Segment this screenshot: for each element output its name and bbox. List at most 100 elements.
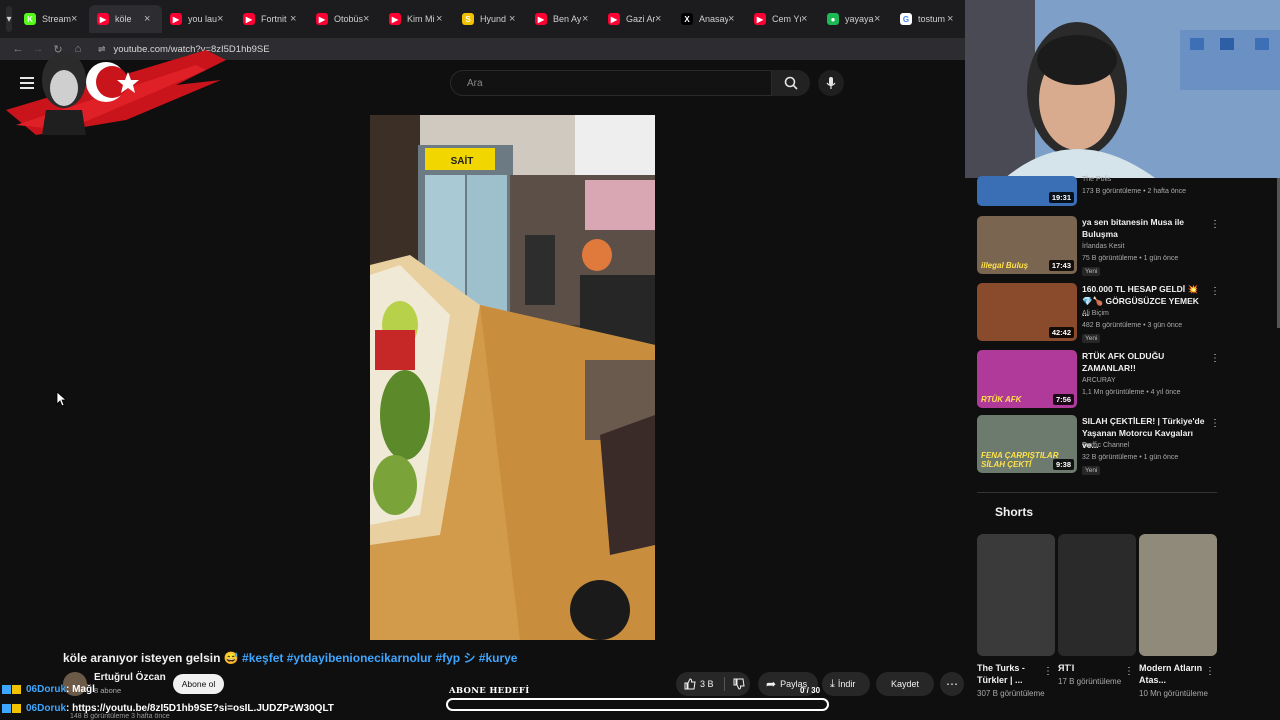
browser-tab[interactable]: ▶ Fortnit × bbox=[235, 5, 308, 33]
video-thumbnail[interactable]: RTÜK AFK 7:56 bbox=[977, 350, 1077, 408]
recommended-video[interactable]: FENA ÇARPIŞTILAR SİLAH ÇEKTİ 9:38 SILAH ÇE… bbox=[977, 415, 1220, 475]
dislike-button[interactable] bbox=[725, 678, 745, 690]
chat-text: : Mağl bbox=[66, 684, 95, 695]
badge-icon bbox=[12, 685, 21, 694]
close-icon[interactable]: × bbox=[436, 13, 448, 25]
video-thumbnail[interactable]: FENA ÇARPIŞTILAR SİLAH ÇEKTİ 9:38 bbox=[977, 415, 1077, 473]
channel-name[interactable]: İrlandas Kesit bbox=[1082, 243, 1124, 250]
video-player[interactable]: SAİT bbox=[370, 115, 655, 640]
channel-name[interactable]: Ali Biçim bbox=[1082, 310, 1109, 317]
close-icon[interactable]: × bbox=[801, 13, 813, 25]
tab-favicon-icon: ▶ bbox=[608, 13, 620, 25]
video-thumbnail[interactable]: 42:42 bbox=[977, 283, 1077, 341]
tab-favicon-icon: ▶ bbox=[754, 13, 766, 25]
close-icon[interactable]: × bbox=[144, 13, 156, 25]
close-icon[interactable]: × bbox=[728, 13, 740, 25]
tab-title: Anasay bbox=[699, 14, 728, 24]
browser-tab[interactable]: ▶ you lau × bbox=[162, 5, 235, 33]
more-vertical-icon[interactable]: ⋮ bbox=[1210, 353, 1220, 364]
video-thumbnail[interactable]: illegal Buluş 17:43 bbox=[977, 216, 1077, 274]
video-thumbnail[interactable]: 19:31 bbox=[977, 176, 1077, 206]
video-meta: 32 B görüntüleme • 1 gün önce bbox=[1082, 454, 1179, 461]
more-vertical-icon[interactable]: ⋮ bbox=[1043, 666, 1053, 677]
tab-search-button[interactable]: ▾ bbox=[6, 6, 12, 32]
video-meta: 173 B görüntüleme • 2 hafta önce bbox=[1082, 188, 1187, 195]
close-icon[interactable]: × bbox=[509, 13, 521, 25]
short-title[interactable]: ЯТΊ bbox=[1058, 662, 1124, 674]
chevron-down-icon: ▾ bbox=[6, 13, 12, 25]
download-label: İndir bbox=[837, 679, 856, 689]
tab-title: Cem Yı bbox=[772, 14, 801, 24]
browser-tab[interactable]: X Anasay × bbox=[673, 5, 746, 33]
voice-search-button[interactable] bbox=[818, 70, 844, 96]
recommended-video[interactable]: 42:42 160.000 TL HESAP GELDİ 💥💎🍗 GÖRGÜSÜZ… bbox=[977, 283, 1220, 343]
short-title[interactable]: Modern Atların Atas... bbox=[1139, 662, 1205, 686]
close-icon[interactable]: × bbox=[363, 13, 375, 25]
tab-title: Hyund bbox=[480, 14, 507, 24]
save-button[interactable]: Kaydet bbox=[876, 672, 934, 696]
browser-tab[interactable]: ▶ köle × bbox=[89, 5, 162, 33]
browser-tab[interactable]: Gtostum × bbox=[892, 5, 965, 33]
close-icon[interactable]: × bbox=[290, 13, 302, 25]
channel-name[interactable]: Ertuğrul Özcan bbox=[94, 672, 166, 683]
close-icon[interactable]: × bbox=[217, 13, 229, 25]
browser-tab[interactable]: S Hyund × bbox=[454, 5, 527, 33]
browser-tab[interactable]: ▶ Cem Yı × bbox=[746, 5, 819, 33]
browser-tab[interactable]: ▶ Otobüs × bbox=[308, 5, 381, 33]
like-button[interactable]: 3 B bbox=[676, 678, 714, 690]
video-hashtags[interactable]: #keşfet #ytdayibenionecikarnolur #fyp シ … bbox=[242, 651, 517, 665]
close-icon[interactable]: × bbox=[874, 13, 886, 25]
download-button[interactable]: ⤓ İndir bbox=[822, 672, 870, 696]
subscriber-goal-label: ABONE HEDEFİ bbox=[449, 686, 530, 696]
more-vertical-icon[interactable]: ⋮ bbox=[1210, 418, 1220, 429]
close-icon[interactable]: × bbox=[947, 13, 959, 25]
channel-name[interactable]: Traffic Channel bbox=[1082, 442, 1129, 449]
more-vertical-icon[interactable]: ⋮ bbox=[1210, 286, 1220, 297]
browser-tab[interactable]: ▶ Gazi Ar × bbox=[600, 5, 673, 33]
subscriber-goal-bar bbox=[446, 698, 829, 711]
share-icon: ➦ bbox=[766, 677, 777, 691]
close-icon[interactable]: × bbox=[71, 13, 83, 25]
more-vertical-icon[interactable]: ⋮ bbox=[1205, 666, 1215, 677]
recommendations-sidebar: 19:31 The Polis 173 B görüntüleme • 2 haft… bbox=[965, 176, 1280, 720]
recommended-video[interactable]: RTÜK AFK 7:56 RTÜK AFK OLDUĞU ZAMANLAR!! AR… bbox=[977, 350, 1220, 410]
like-dislike-group: 3 B bbox=[676, 672, 750, 696]
tab-title: Stream bbox=[42, 14, 71, 24]
browser-tab[interactable]: ▶ Kim Mi × bbox=[381, 5, 454, 33]
new-badge: Yeni bbox=[1082, 466, 1101, 475]
video-title[interactable]: RTÜK AFK OLDUĞU ZAMANLAR!! bbox=[1082, 350, 1207, 374]
subscribe-button[interactable]: Abone ol bbox=[173, 674, 224, 694]
more-vertical-icon[interactable]: ⋮ bbox=[1210, 219, 1220, 230]
video-duration: 42:42 bbox=[1048, 327, 1074, 338]
video-meta: 1,1 Mn görüntüleme • 4 yıl önce bbox=[1082, 389, 1181, 396]
more-vertical-icon[interactable]: ⋮ bbox=[1124, 666, 1134, 677]
more-actions-button[interactable]: ⋯ bbox=[940, 672, 964, 696]
search-button[interactable] bbox=[772, 70, 810, 96]
short-video[interactable]: Modern Atların Atas... 10 Mn görüntüleme ⋮ bbox=[1139, 534, 1217, 700]
short-views: 307 B görüntüleme bbox=[977, 689, 1045, 698]
close-icon[interactable]: × bbox=[582, 13, 594, 25]
short-thumbnail[interactable] bbox=[1058, 534, 1136, 656]
browser-tab[interactable]: K Stream × bbox=[16, 5, 89, 33]
chat-username: 06Doruk bbox=[26, 703, 67, 714]
channel-name[interactable]: The Polis bbox=[1082, 176, 1111, 183]
tab-favicon-icon: ▶ bbox=[316, 13, 328, 25]
url-input[interactable]: ⇌ youtube.com/watch?v=8zI5D1hb9SE bbox=[98, 40, 965, 58]
browser-tab[interactable]: ▶ Ben Ay × bbox=[527, 5, 600, 33]
short-video[interactable]: The Turks - Türkler | ... 307 B görüntüle… bbox=[977, 534, 1055, 700]
search-placeholder: Ara bbox=[467, 77, 483, 89]
short-thumbnail[interactable] bbox=[1139, 534, 1217, 656]
new-badge: Yeni bbox=[1082, 334, 1101, 343]
recommended-video[interactable]: illegal Buluş 17:43 ya sen bitanesin Musa … bbox=[977, 216, 1220, 276]
tab-title: you lau bbox=[188, 14, 217, 24]
channel-name[interactable]: ARCURAY bbox=[1082, 377, 1116, 384]
short-title[interactable]: The Turks - Türkler | ... bbox=[977, 662, 1043, 686]
short-video[interactable]: ЯТΊ 17 B görüntüleme ⋮ bbox=[1058, 534, 1136, 688]
short-thumbnail[interactable] bbox=[977, 534, 1055, 656]
svg-text:SAİT: SAİT bbox=[451, 154, 474, 167]
video-title[interactable]: ya sen bitanesin Musa ile Buluşma bbox=[1082, 216, 1207, 240]
browser-tab[interactable]: ● yayaya × bbox=[819, 5, 892, 33]
close-icon[interactable]: × bbox=[655, 13, 667, 25]
new-badge: Yeni bbox=[1082, 267, 1101, 276]
search-input[interactable]: Ara bbox=[450, 70, 772, 96]
